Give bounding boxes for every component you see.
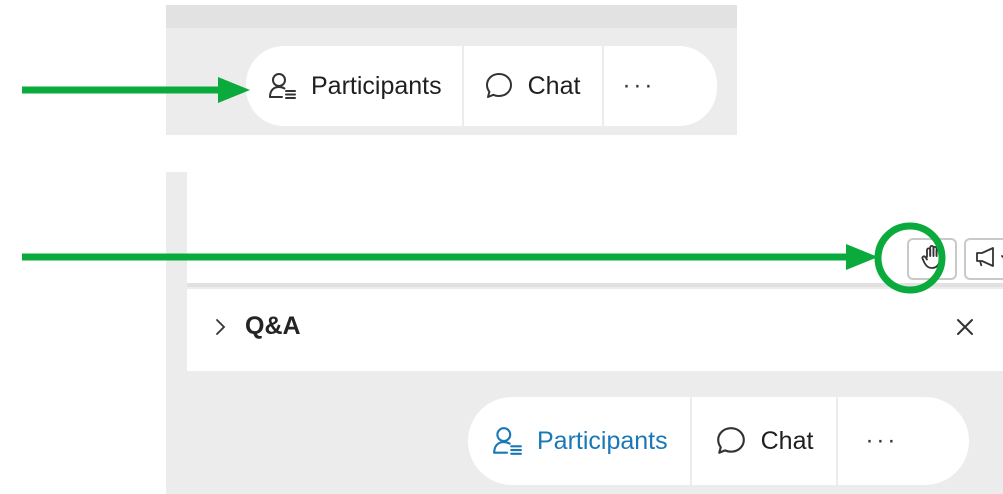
megaphone-icon — [974, 246, 998, 273]
meeting-content-area — [187, 172, 1003, 283]
panel-header-strip — [166, 5, 737, 28]
announcement-button[interactable] — [964, 238, 1003, 280]
chat-label: Chat — [760, 426, 814, 455]
participants-label: Participants — [537, 426, 668, 455]
chat-button[interactable]: Chat — [692, 397, 837, 485]
raise-hand-icon — [920, 244, 944, 275]
chat-label: Chat — [527, 71, 581, 100]
chevron-right-icon[interactable] — [213, 317, 227, 342]
more-options-button[interactable]: ··· — [604, 46, 717, 126]
more-icon: ··· — [865, 427, 899, 454]
participants-button[interactable]: Participants — [246, 46, 462, 126]
raise-hand-button[interactable] — [907, 238, 957, 280]
chat-button[interactable]: Chat — [464, 46, 603, 126]
close-icon[interactable] — [953, 315, 977, 344]
people-list-icon — [491, 425, 523, 457]
qa-title: Q&A — [245, 312, 301, 340]
more-options-button[interactable]: ··· — [838, 397, 969, 485]
meeting-panel: Q&A Participants Chat ··· — [166, 172, 1003, 494]
panel-divider — [187, 283, 1003, 287]
more-icon: ··· — [622, 72, 656, 99]
bottom-toolbar: Participants Chat ··· — [468, 397, 969, 485]
people-list-icon — [267, 71, 297, 101]
top-toolbar-panel: Participants Chat ··· — [166, 5, 737, 135]
qa-section: Q&A — [187, 289, 1003, 371]
participants-label: Participants — [311, 71, 442, 100]
chat-bubble-icon — [484, 71, 514, 101]
top-toolbar: Participants Chat ··· — [246, 46, 717, 126]
participants-button-active[interactable]: Participants — [468, 397, 690, 485]
chat-bubble-icon — [715, 425, 747, 457]
